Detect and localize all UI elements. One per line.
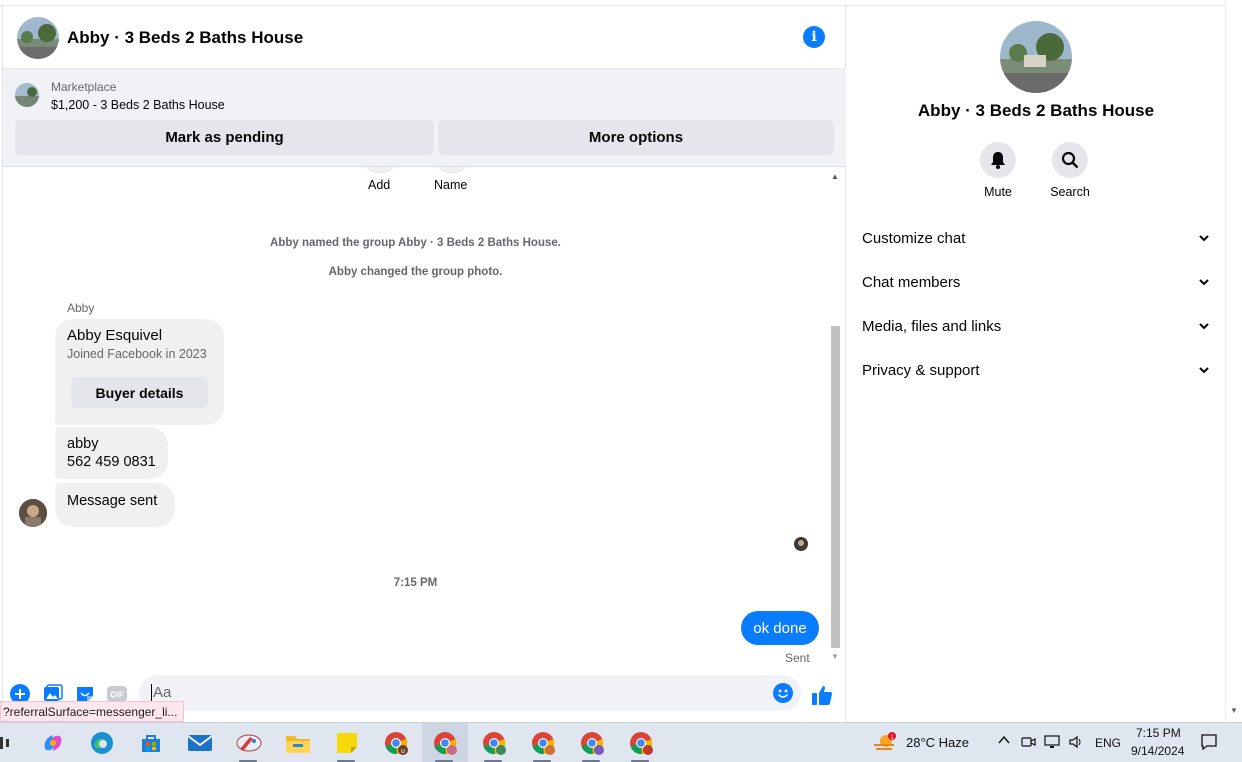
network-icon[interactable] — [1044, 734, 1062, 753]
mute-label: Mute — [984, 185, 1012, 199]
panel-title: Abby · 3 Beds 2 Baths House — [917, 101, 1155, 120]
section-label: Chat members — [862, 273, 961, 291]
media-files-links-section[interactable]: Media, files and links — [862, 311, 1210, 341]
listing-thumbnail[interactable] — [15, 83, 39, 107]
chevron-down-icon — [1199, 235, 1209, 242]
avatar[interactable] — [19, 499, 47, 527]
my-message-bubble[interactable]: ok done — [741, 611, 819, 645]
scroll-down-icon[interactable]: ▼ — [831, 652, 839, 661]
meet-now-icon[interactable] — [1021, 734, 1037, 753]
sender-name: Abby — [67, 301, 95, 315]
name-label: Name — [434, 178, 468, 192]
emoji-icon[interactable] — [773, 683, 793, 703]
weather-text[interactable]: 28°C Haze — [906, 735, 969, 750]
scroll-down-icon[interactable]: ▼ — [1230, 706, 1238, 715]
buyer-card-bubble: Abby Esquivel Joined Facebook in 2023 Bu… — [55, 319, 224, 425]
language-indicator[interactable]: ENG — [1095, 736, 1121, 750]
info-icon[interactable]: i — [803, 26, 825, 48]
more-options-button[interactable]: More options — [438, 120, 834, 155]
search-icon — [1052, 142, 1088, 178]
message-status: Sent — [785, 651, 810, 663]
chrome-profile-icon[interactable] — [480, 729, 508, 757]
paint-app-icon[interactable] — [235, 729, 263, 757]
chrome-profile-icon[interactable] — [627, 729, 655, 757]
message-input[interactable]: Aa — [139, 675, 801, 711]
sticky-notes-icon[interactable] — [333, 729, 361, 757]
add-label: Add — [368, 178, 391, 192]
chrome-icon[interactable]: u — [382, 729, 410, 757]
bell-icon — [980, 142, 1016, 178]
section-label: Customize chat — [862, 229, 966, 247]
chrome-profile-icon[interactable] — [529, 729, 557, 757]
message-line: 562 459 0831 — [67, 454, 156, 470]
buyer-joined: Joined Facebook in 2023 — [67, 347, 207, 361]
name-action-button[interactable] — [437, 167, 467, 173]
listing-title[interactable]: $1,200 - 3 Beds 2 Baths House — [51, 98, 225, 112]
privacy-support-section[interactable]: Privacy & support — [862, 355, 1210, 385]
clock-date[interactable]: 9/14/2024 — [1131, 744, 1184, 758]
chat-avatar[interactable] — [17, 17, 59, 59]
add-action-button[interactable] — [365, 167, 395, 173]
notification-icon[interactable] — [1200, 733, 1218, 754]
customize-chat-section[interactable]: Customize chat — [862, 223, 1210, 253]
scroll-thumb[interactable] — [831, 326, 840, 648]
chrome-profile-letter: u — [401, 748, 405, 755]
search-button[interactable]: Search — [1040, 142, 1100, 199]
chevron-down-icon — [1199, 367, 1209, 374]
url-tooltip: ?referralSurface=messenger_li... — [0, 701, 185, 722]
chevron-down-icon — [1199, 279, 1209, 286]
system-message: Abby named the group Abby · 3 Beds 2 Bat… — [270, 237, 561, 249]
timestamp: 7:15 PM — [393, 577, 438, 589]
buyer-name: Abby Esquivel — [67, 327, 163, 344]
volume-icon[interactable] — [1068, 734, 1084, 753]
chevron-up-icon[interactable] — [997, 733, 1011, 750]
read-receipt-avatar — [794, 537, 808, 551]
task-view-icon[interactable] — [0, 729, 12, 757]
marketplace-label: Marketplace — [51, 80, 117, 94]
chrome-profile-icon[interactable] — [431, 729, 459, 757]
mark-as-pending-button[interactable]: Mark as pending — [15, 120, 434, 155]
section-label: Media, files and links — [862, 317, 1002, 335]
chrome-profile-icon[interactable] — [578, 729, 606, 757]
weather-icon[interactable]: 1 — [871, 729, 899, 757]
copilot-icon[interactable] — [39, 729, 67, 757]
taskbar: u 1 28°C Haze ENG 7:15 PM 9/14/2024 — [0, 722, 1242, 762]
edge-icon[interactable] — [88, 729, 116, 757]
chat-title[interactable]: Abby · 3 Beds 2 Baths House — [67, 28, 303, 48]
chat-members-section[interactable]: Chat members — [862, 267, 1210, 297]
file-explorer-icon[interactable] — [284, 729, 312, 757]
buyer-details-button[interactable]: Buyer details — [71, 377, 208, 408]
message-list: Add Name Abby named the group Abby · 3 B… — [3, 167, 828, 663]
section-label: Privacy & support — [862, 361, 980, 379]
chat-window: Abby · 3 Beds 2 Baths House i Marketplac… — [2, 6, 846, 722]
chat-info-panel: Abby · 3 Beds 2 Baths House Mute Search … — [847, 6, 1225, 722]
message-bubble[interactable]: abby 562 459 0831 — [55, 427, 168, 479]
group-avatar[interactable] — [1000, 21, 1072, 93]
message-bubble[interactable]: Message sent — [55, 483, 175, 527]
thumbs-up-icon[interactable] — [811, 684, 833, 706]
search-label: Search — [1050, 185, 1090, 199]
message-line: abby — [67, 436, 99, 452]
chevron-down-icon — [1199, 323, 1209, 330]
gif-label: GIF — [110, 691, 124, 700]
chat-header: Abby · 3 Beds 2 Baths House i — [3, 6, 846, 69]
window-scrollbar[interactable]: ▼ — [1225, 0, 1242, 722]
mail-icon[interactable] — [186, 729, 214, 757]
scroll-up-icon[interactable]: ▲ — [831, 172, 839, 181]
system-message: Abby changed the group photo. — [328, 266, 503, 278]
message-input-placeholder: Aa — [151, 684, 172, 701]
mute-button[interactable]: Mute — [968, 142, 1028, 199]
message-scrollbar[interactable]: ▲ ▼ — [829, 170, 841, 664]
marketplace-bar: Marketplace $1,200 - 3 Beds 2 Baths Hous… — [3, 69, 846, 167]
clock-time[interactable]: 7:15 PM — [1136, 726, 1181, 740]
store-icon[interactable] — [137, 729, 165, 757]
